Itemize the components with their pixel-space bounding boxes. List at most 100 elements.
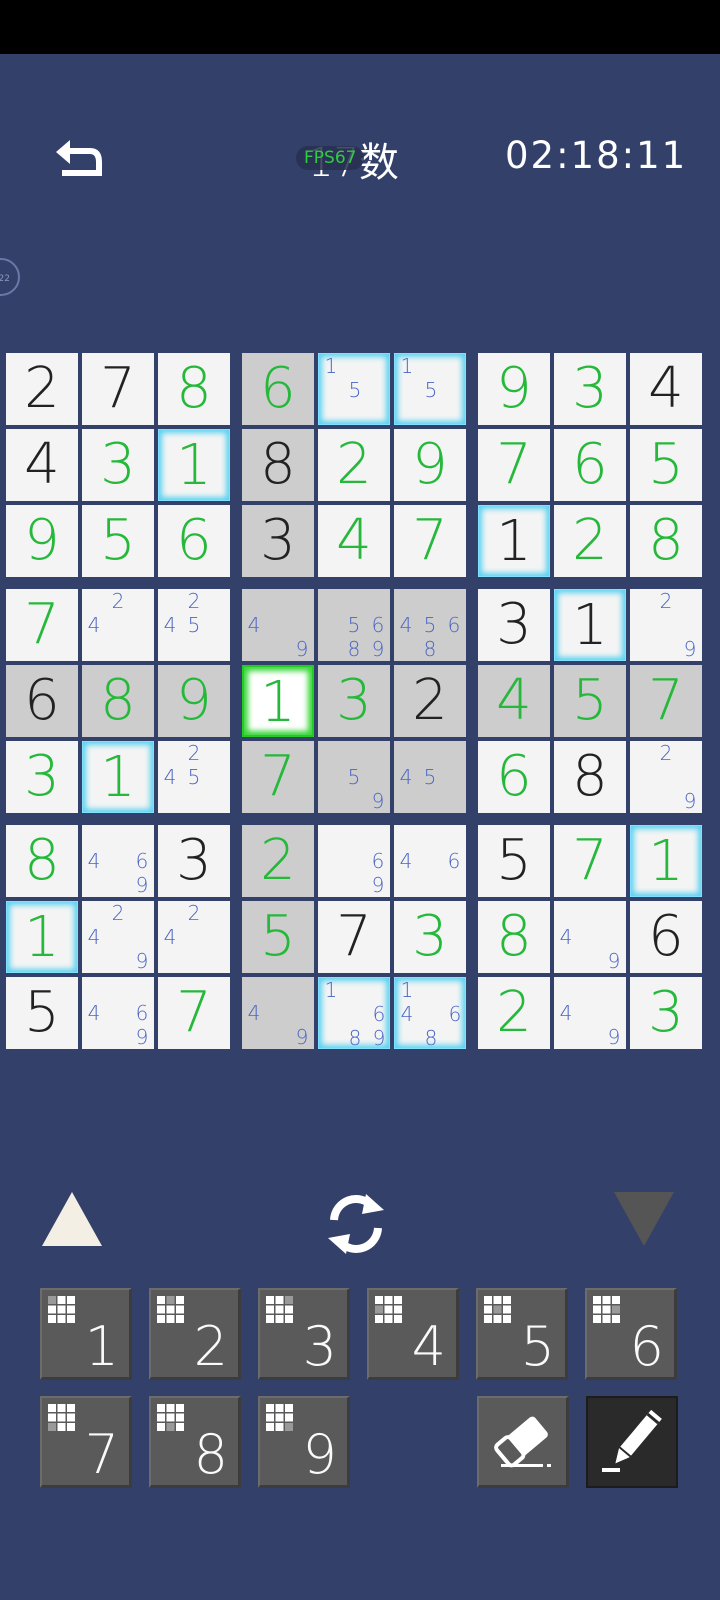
board-cell-r7c7[interactable]: 5 [478, 825, 550, 897]
back-button[interactable] [52, 136, 108, 184]
board-cell-r2c8[interactable]: 6 [554, 429, 626, 501]
board-cell-r5c3[interactable]: 9 [158, 665, 230, 737]
board-cell-r9c3[interactable]: 7 [158, 977, 230, 1049]
board-cell-r6c9[interactable]: 29 [630, 741, 702, 813]
board-cell-r3c9[interactable]: 8 [630, 505, 702, 577]
board-cell-r8c4[interactable]: 5 [242, 901, 314, 973]
board-cell-r8c2[interactable]: 24 9 [82, 901, 154, 973]
pencil-note: 4 [163, 765, 177, 789]
board-cell-r4c2[interactable]: 24 [82, 589, 154, 661]
board-cell-r2c1[interactable]: 4 [6, 429, 78, 501]
board-cell-r2c2[interactable]: 3 [82, 429, 154, 501]
number-key-4[interactable]: 4 [367, 1288, 459, 1380]
board-cell-r9c4[interactable]: 49 [242, 977, 314, 1049]
board-cell-r5c5[interactable]: 3 [318, 665, 390, 737]
board-cell-r9c9[interactable]: 3 [630, 977, 702, 1049]
board-cell-r9c1[interactable]: 5 [6, 977, 78, 1049]
number-key-1[interactable]: 1 [40, 1288, 132, 1380]
board-cell-r2c5[interactable]: 2 [318, 429, 390, 501]
board-cell-r9c7[interactable]: 2 [478, 977, 550, 1049]
board-cell-r9c6[interactable]: 14 68 [394, 977, 466, 1050]
board-cell-r6c2[interactable]: 1 [82, 741, 154, 813]
board-cell-r5c4[interactable]: 1 [242, 665, 314, 737]
board-cell-r1c7[interactable]: 9 [478, 353, 550, 425]
number-key-6[interactable]: 6 [585, 1288, 677, 1380]
number-key-8[interactable]: 8 [149, 1396, 241, 1488]
number-key-5[interactable]: 5 [476, 1288, 568, 1380]
board-cell-r6c3[interactable]: 245 [158, 741, 230, 813]
board-cell-r4c8[interactable]: 1 [554, 589, 626, 661]
board-cell-r9c5[interactable]: 1689 [318, 977, 390, 1050]
board-cell-r8c5[interactable]: 7 [318, 901, 390, 973]
board-cell-r3c7[interactable]: 1 [478, 505, 550, 577]
board-cell-r8c7[interactable]: 8 [478, 901, 550, 973]
board-cell-r9c8[interactable]: 49 [554, 977, 626, 1049]
board-cell-r4c7[interactable]: 3 [478, 589, 550, 661]
board-cell-r9c2[interactable]: 4 69 [82, 977, 154, 1049]
triangle-up-icon[interactable] [40, 1190, 104, 1248]
board-cell-r1c8[interactable]: 3 [554, 353, 626, 425]
board-cell-r4c5[interactable]: 5689 [318, 589, 390, 661]
board-cell-r3c1[interactable]: 9 [6, 505, 78, 577]
board-cell-r7c6[interactable]: 46 [394, 825, 466, 897]
pencil-notes-button[interactable] [586, 1396, 678, 1488]
board-cell-r2c9[interactable]: 5 [630, 429, 702, 501]
board-cell-r2c6[interactable]: 9 [394, 429, 466, 501]
board-cell-r2c4[interactable]: 8 [242, 429, 314, 501]
board-cell-r5c9[interactable]: 7 [630, 665, 702, 737]
board-cell-r7c8[interactable]: 7 [554, 825, 626, 897]
board-cell-r4c1[interactable]: 7 [6, 589, 78, 661]
pencil-note: 1 [400, 978, 414, 1002]
board-cell-r6c8[interactable]: 8 [554, 741, 626, 813]
board-cell-r7c4[interactable]: 2 [242, 825, 314, 897]
board-cell-r1c1[interactable]: 2 [6, 353, 78, 425]
number-key-3[interactable]: 3 [258, 1288, 350, 1380]
board-cell-r3c4[interactable]: 3 [242, 505, 314, 577]
board-cell-r2c7[interactable]: 7 [478, 429, 550, 501]
board-cell-r4c4[interactable]: 49 [242, 589, 314, 661]
eraser-button[interactable] [477, 1396, 569, 1488]
board-cell-r1c2[interactable]: 7 [82, 353, 154, 425]
board-cell-r6c1[interactable]: 3 [6, 741, 78, 813]
board-cell-r5c8[interactable]: 5 [554, 665, 626, 737]
board-cell-r5c7[interactable]: 4 [478, 665, 550, 737]
board-cell-r1c6[interactable]: 15 [394, 353, 466, 425]
board-cell-r4c9[interactable]: 29 [630, 589, 702, 661]
board-cell-r7c9[interactable]: 1 [630, 825, 702, 897]
board-cell-r7c3[interactable]: 3 [158, 825, 230, 897]
number-key-7[interactable]: 7 [40, 1396, 132, 1488]
board-cell-r6c5[interactable]: 59 [318, 741, 390, 813]
board-cell-r1c9[interactable]: 4 [630, 353, 702, 425]
board-cell-r5c2[interactable]: 8 [82, 665, 154, 737]
board-cell-r7c1[interactable]: 8 [6, 825, 78, 897]
board-cell-r4c3[interactable]: 245 [158, 589, 230, 661]
board-cell-r3c2[interactable]: 5 [82, 505, 154, 577]
board-cell-r3c8[interactable]: 2 [554, 505, 626, 577]
board-cell-r2c3[interactable]: 1 [158, 429, 230, 501]
side-badge[interactable]: 22 [0, 258, 20, 296]
board-cell-r6c6[interactable]: 45 [394, 741, 466, 813]
board-cell-r7c5[interactable]: 69 [318, 825, 390, 897]
board-cell-r7c2[interactable]: 4 69 [82, 825, 154, 897]
board-cell-r5c1[interactable]: 6 [6, 665, 78, 737]
board-cell-r1c5[interactable]: 15 [318, 353, 390, 425]
board-cell-r6c4[interactable]: 7 [242, 741, 314, 813]
refresh-icon[interactable] [322, 1190, 390, 1258]
board-cell-r8c9[interactable]: 6 [630, 901, 702, 973]
board-cell-r8c3[interactable]: 24 [158, 901, 230, 973]
board-cell-r1c3[interactable]: 8 [158, 353, 230, 425]
board-cell-r3c5[interactable]: 4 [318, 505, 390, 577]
board-cell-r6c7[interactable]: 6 [478, 741, 550, 813]
board-cell-r3c6[interactable]: 7 [394, 505, 466, 577]
board-cell-r5c6[interactable]: 2 [394, 665, 466, 737]
number-key-2[interactable]: 2 [149, 1288, 241, 1380]
board-cell-r1c4[interactable]: 6 [242, 353, 314, 425]
board-cell-r3c3[interactable]: 6 [158, 505, 230, 577]
board-cell-r8c1[interactable]: 1 [6, 901, 78, 973]
triangle-down-icon[interactable] [612, 1190, 676, 1248]
pencil-note: 6 [371, 613, 385, 637]
number-key-9[interactable]: 9 [258, 1396, 350, 1488]
board-cell-r8c8[interactable]: 49 [554, 901, 626, 973]
board-cell-r8c6[interactable]: 3 [394, 901, 466, 973]
board-cell-r4c6[interactable]: 4568 [394, 589, 466, 661]
